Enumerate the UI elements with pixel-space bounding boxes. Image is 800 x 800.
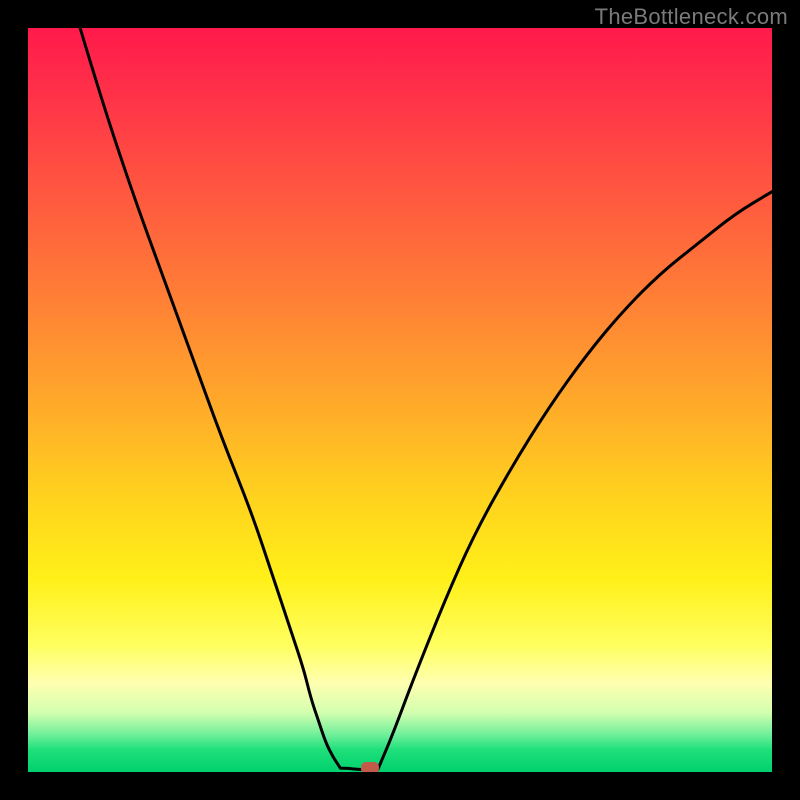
optimum-marker [361, 762, 379, 772]
bottleneck-curve [28, 28, 772, 772]
chart-frame: TheBottleneck.com [0, 0, 800, 800]
watermark-text: TheBottleneck.com [595, 4, 788, 30]
plot-area [28, 28, 772, 772]
